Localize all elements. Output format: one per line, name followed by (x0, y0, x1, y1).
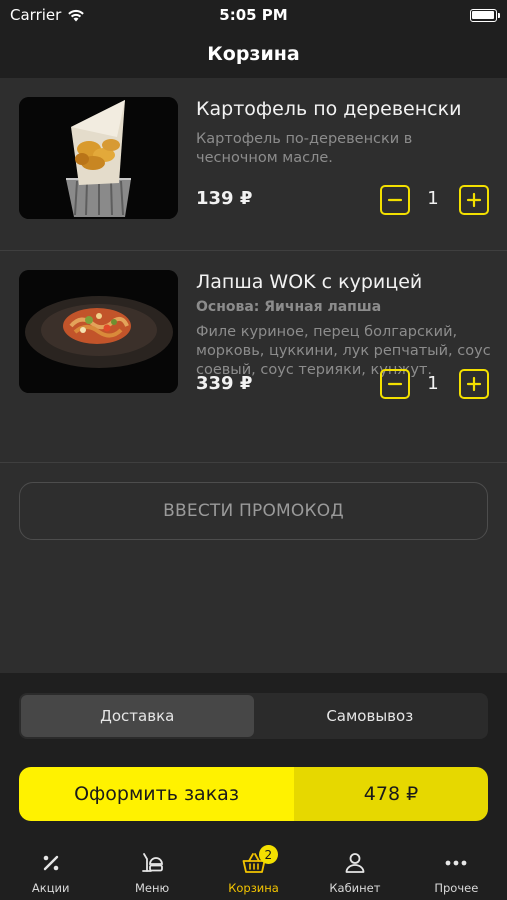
item-price: 339 ₽ (196, 373, 253, 394)
increase-quantity-button[interactable] (459, 369, 489, 399)
decrease-quantity-button[interactable] (380, 369, 410, 399)
tab-label: Кабинет (329, 881, 381, 895)
percent-icon (43, 855, 59, 871)
checkout-label: Оформить заказ (19, 767, 294, 821)
minus-icon (387, 198, 403, 202)
tab-label: Корзина (228, 881, 279, 895)
item-name: Лапша WOK с курицей (196, 271, 423, 293)
tab-label: Прочее (434, 881, 479, 895)
item-photo-noodles (19, 270, 178, 393)
item-base: Основа: Яичная лапша (196, 299, 382, 315)
status-right (347, 8, 500, 22)
status-left: Carrier (10, 6, 160, 24)
plus-icon (466, 192, 482, 208)
segment-delivery[interactable]: Доставка (21, 695, 254, 737)
promo-code-button[interactable]: ВВЕСТИ ПРОМОКОД (19, 482, 488, 540)
item-price: 139 ₽ (196, 188, 253, 209)
tab-account[interactable]: Кабинет (304, 843, 405, 900)
quantity-value: 1 (427, 373, 439, 394)
quantity-value: 1 (427, 188, 439, 209)
increase-quantity-button[interactable] (459, 185, 489, 215)
cart-list: Картофель по деревенски Картофель по-дер… (0, 78, 507, 463)
status-time: 5:05 PM (219, 6, 288, 24)
cart-item: Картофель по деревенски Картофель по-дер… (0, 78, 507, 251)
delivery-segmented-control: Доставка Самовывоз (19, 693, 488, 739)
battery-icon (469, 8, 500, 22)
tab-bar: Акции Меню 2 Корзина Кабинет Прочее (0, 843, 507, 900)
checkout-button[interactable]: Оформить заказ 478 ₽ (19, 767, 488, 821)
tab-promotions[interactable]: Акции (0, 843, 101, 900)
segment-pickup[interactable]: Самовывоз (254, 695, 487, 737)
cart-item: Лапша WOK с курицей Основа: Яичная лапша… (0, 251, 507, 463)
item-description: Картофель по-деревенски в чесночном масл… (196, 131, 413, 166)
tab-label: Акции (31, 881, 70, 895)
minus-icon (387, 382, 403, 386)
tab-label: Меню (135, 881, 170, 895)
nav-bar: Корзина (0, 30, 507, 78)
item-name: Картофель по деревенски (196, 98, 462, 120)
menu-food-icon (142, 853, 164, 872)
item-photo-potatoes (19, 97, 178, 219)
item-description: Филе куриное, перец болгарский, морковь,… (196, 324, 491, 378)
wifi-icon (68, 9, 85, 21)
decrease-quantity-button[interactable] (380, 185, 410, 215)
tab-cart[interactable]: 2 Корзина (203, 843, 304, 900)
plus-icon (466, 376, 482, 392)
bottom-panel: Доставка Самовывоз Оформить заказ 478 ₽ … (0, 673, 507, 900)
tab-more[interactable]: Прочее (406, 843, 507, 900)
page-title: Корзина (207, 43, 300, 65)
checkout-total: 478 ₽ (294, 767, 488, 821)
more-icon (445, 860, 467, 866)
tab-menu[interactable]: Меню (101, 843, 202, 900)
cart-count-badge: 2 (258, 845, 278, 864)
user-icon (345, 853, 365, 873)
status-bar: Carrier 5:05 PM (0, 0, 507, 30)
carrier-label: Carrier (10, 6, 62, 24)
